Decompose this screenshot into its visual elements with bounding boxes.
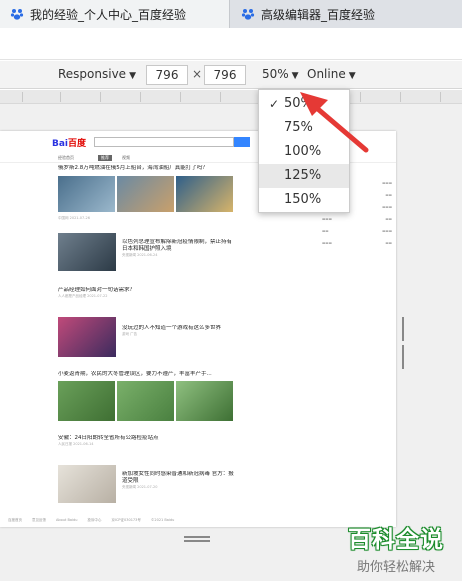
footer-link[interactable]: 百度首页 [8,518,22,526]
zoom-select-label: 50% [262,67,289,81]
footer-link[interactable]: 意见反馈 [32,518,46,526]
caret-down-icon: ▼ [129,71,136,81]
tab-title: 我的经验_个人中心_百度经验 [30,7,187,22]
watermark-title: 百科全说 [348,527,444,553]
sidebar-row: ▬▬▬▬▬ [322,217,392,221]
article-image [176,381,233,421]
article-image [58,317,116,357]
dimension-separator: × [192,67,203,81]
footer-link[interactable]: 京ICP证030173号 [111,518,140,526]
tab-personal-center[interactable]: 我的经验_个人中心_百度经验 [0,0,230,28]
article-title: 俄罗斯2.8万吨燃油在俄5月上船台，海湾油船厂真能打了吗？ [58,165,208,171]
logo-left: Bai [52,138,69,149]
article-image [58,381,115,421]
article-image [58,465,116,503]
watermark-subtitle: 助你轻松解决 [356,560,435,575]
footer-link[interactable]: 投诉中心 [87,518,101,526]
zoom-option-label: 150% [284,192,322,207]
article-image [117,176,174,212]
zoom-option-150[interactable]: 150% [259,188,349,212]
browser-toolbar-area [0,28,462,60]
tab-advanced-editor[interactable]: 高级编辑器_百度经验 [231,0,462,28]
article-image [176,176,233,212]
sidebar-row: ▬▬▬▬▬ [322,229,392,233]
throttle-select-label: Online [307,67,346,81]
article-meta: 央视新闻 2021-07-20 [122,485,158,489]
device-select-label: Responsive [58,67,127,81]
device-toolbar: Responsive ▼ 796 × 796 50% ▼ Online ▼ [0,61,462,89]
logo-right: 百度 [68,138,87,149]
baidu-paw-icon [10,9,24,20]
baidu-paw-icon [241,9,255,20]
caret-down-icon: ▼ [348,71,356,81]
article-title: 安徽：24日阳朗转全省所有公路检疫站点 [58,435,159,441]
list-item[interactable]: 没玩过的人不知道一个游戏有这么多世界 游戏 广告 [58,317,236,367]
article-image [117,381,174,421]
nav-tab-home[interactable]: 经验首页 [58,155,74,161]
width-input[interactable]: 796 [146,65,188,85]
nav-tab-recommend[interactable]: 推荐 [98,155,112,161]
list-item[interactable]: 安徽：24日阳朗转全省所有公路检疫站点 人民日报 2021-06-14 [58,435,236,461]
device-select[interactable]: Responsive ▼ [58,67,136,81]
article-title: 小麦返青期，农民的大冬管理误区，要力不遵产，丰富丰产手... [58,371,212,377]
throttle-select[interactable]: Online ▼ [307,67,356,81]
list-item[interactable]: 俄罗斯2.8万吨燃油在俄5月上船台，海湾油船厂真能打了吗？ 中国网 2021-0… [58,165,236,227]
list-item[interactable]: 小麦返青期，农民的大冬管理误区，要力不遵产，丰富丰产手... [58,371,236,427]
search-input[interactable] [94,137,234,147]
search-button[interactable] [234,137,250,147]
article-image [58,176,115,212]
list-item[interactable]: 新加坡女性同时感染普通和新冠病毒 官方：报道受限 央视新闻 2021-07-20 [58,465,236,509]
article-title: 新加坡女性同时感染普通和新冠病毒 官方：报道受限 [122,471,234,484]
zoom-option-label: 125% [284,168,322,183]
article-feed: 俄罗斯2.8万吨燃油在俄5月上船台，海湾油船厂真能打了吗？ 中国网 2021-0… [58,165,236,509]
article-meta: 央视新闻 2021-06-24 [122,253,158,257]
caret-down-icon: ▼ [291,71,299,81]
tab-strip: 我的经验_个人中心_百度经验 高级编辑器_百度经验 [0,0,462,28]
article-meta: 人人都是产品经理 2021-07-22 [58,294,108,298]
zoom-option-125[interactable]: 125% [259,164,349,188]
height-input[interactable]: 796 [204,65,246,85]
resize-handle-bottom[interactable] [184,536,210,542]
article-title: 以色列总理宣布解除新冠疫情限制，禁止持有日本和韩国护照入境 [122,239,233,252]
baidu-logo[interactable]: Bai百度 [52,135,86,149]
nav-tab-video[interactable]: 视频 [122,155,130,161]
article-title: 没玩过的人不知道一个游戏有这么多世界 [122,325,222,331]
article-title: 产品经理如何面对一句话需求？ [58,287,136,293]
tab-title: 高级编辑器_百度经验 [261,7,376,22]
footer-link[interactable]: ©2021 Baidu [151,518,174,526]
article-meta: 游戏 广告 [122,332,138,336]
footer-link[interactable]: About Baidu [56,518,77,526]
article-meta: 中国网 2021-07-26 [58,216,90,220]
media-query-ruler [0,90,462,104]
article-meta: 人民日报 2021-06-14 [58,442,94,446]
article-image [58,233,116,271]
list-item[interactable]: 以色列总理宣布解除新冠疫情限制，禁止持有日本和韩国护照入境 央视新闻 2021-… [58,233,236,281]
zoom-select[interactable]: 50% ▼ [262,67,299,81]
watermark: 百科全说 助你轻松解决 [332,520,460,576]
annotation-arrow-icon [300,92,369,153]
check-icon: ✓ [269,97,280,111]
sidebar-row: ▬▬▬▬▬ [322,241,392,245]
resize-handle-right[interactable] [402,317,408,369]
list-item[interactable]: 产品经理如何面对一句话需求？ 人人都是产品经理 2021-07-22 [58,287,236,313]
